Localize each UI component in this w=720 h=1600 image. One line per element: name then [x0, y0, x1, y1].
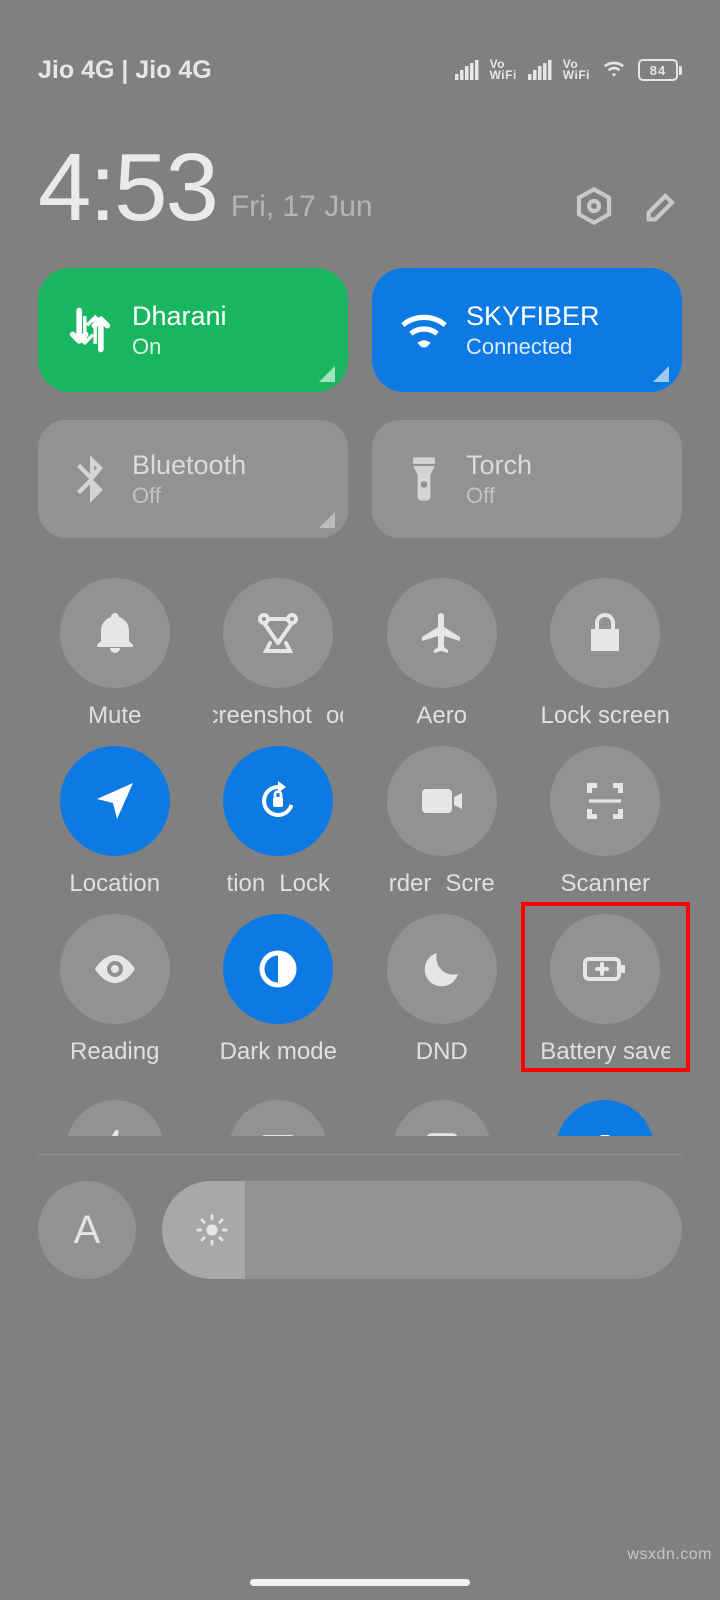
dnd-toggle[interactable]: DND — [365, 914, 519, 1066]
eye-icon — [91, 945, 139, 993]
bluetooth-title: Bluetooth — [132, 450, 246, 481]
wifi-icon — [601, 60, 627, 80]
screen-record-toggle[interactable]: rderScre — [365, 746, 519, 898]
edit-icon[interactable] — [642, 186, 682, 226]
status-icons: VoWiFi VoWiFi 84 — [455, 59, 682, 82]
battery-icon: 84 — [638, 59, 682, 81]
reading-mode-toggle[interactable]: Reading — [38, 914, 192, 1066]
airplane-toggle[interactable]: Aero — [365, 578, 519, 730]
clock-date: Fri, 17 Jun — [231, 190, 373, 224]
toggle-label: Aero — [416, 702, 467, 730]
dark-mode-icon — [254, 945, 302, 993]
toggle-label: Mute — [88, 702, 141, 730]
auto-brightness-button[interactable]: A — [38, 1181, 136, 1279]
mobile-data-tile[interactable]: Dharani On — [38, 268, 348, 392]
rotation-lock-icon — [254, 777, 302, 825]
wifi-status: Connected — [466, 334, 600, 360]
battery-percent: 84 — [638, 59, 678, 81]
clock-header: 4:53 Fri, 17 Jun — [0, 140, 720, 262]
toggle-label: Location — [69, 870, 160, 898]
toggle-label: tionLock — [227, 870, 330, 898]
rotation-lock-toggle[interactable]: tionLock — [202, 746, 356, 898]
toggle-label: rderScre — [389, 870, 495, 898]
screenshot-icon — [254, 609, 302, 657]
settings-icon[interactable] — [574, 186, 614, 226]
toggle-label: Battery saver — [540, 1038, 670, 1066]
expand-icon[interactable] — [319, 366, 335, 382]
wifi-icon — [398, 304, 450, 356]
torch-icon — [398, 453, 450, 505]
bluetooth-tile[interactable]: Bluetooth Off — [38, 420, 348, 538]
toggle-label: Lock screen — [541, 702, 670, 730]
expand-icon[interactable] — [319, 512, 335, 528]
wifi-tile[interactable]: SKYFIBER Connected — [372, 268, 682, 392]
toggle-label: Dark mode — [220, 1038, 337, 1066]
bolt-icon — [94, 1128, 136, 1136]
quick-toggles-grid: Mute Screenshotode Aero Lock screen Loca… — [0, 578, 720, 1066]
mobile-data-icon — [64, 304, 116, 356]
quick-toggles-row-4 — [0, 1100, 720, 1136]
toggle-label: Reading — [70, 1038, 159, 1066]
mini-toggle-2[interactable] — [202, 1100, 356, 1136]
signal-icon — [528, 60, 552, 80]
scanner-toggle[interactable]: Scanner — [529, 746, 683, 898]
bell-icon — [91, 609, 139, 657]
divider — [38, 1154, 682, 1155]
floating-window-icon — [421, 1128, 463, 1136]
screenshot-toggle[interactable]: Screenshotode — [202, 578, 356, 730]
status-bar: Jio 4G | Jio 4G VoWiFi VoWiFi 84 — [0, 0, 720, 140]
vowifi-icon: VoWiFi — [490, 59, 517, 82]
cast-icon — [257, 1128, 299, 1136]
mobile-data-title: Dharani — [132, 301, 227, 332]
carrier-label: Jio 4G | Jio 4G — [38, 56, 212, 85]
torch-tile[interactable]: Torch Off — [372, 420, 682, 538]
expand-icon[interactable] — [653, 366, 669, 382]
battery-saver-toggle[interactable]: Battery saver — [529, 914, 683, 1066]
brightness-slider[interactable] — [162, 1181, 682, 1279]
airplane-icon — [418, 609, 466, 657]
mini-toggle-1[interactable] — [38, 1100, 192, 1136]
brightness-row: A — [0, 1181, 720, 1279]
wifi-title: SKYFIBER — [466, 301, 600, 332]
watermark: wsxdn.com — [627, 1546, 712, 1564]
brightness-icon — [195, 1213, 229, 1247]
home-indicator[interactable] — [250, 1579, 470, 1586]
location-icon — [91, 777, 139, 825]
location-toggle[interactable]: Location — [38, 746, 192, 898]
battery-saver-icon — [581, 945, 629, 993]
signal-icon — [455, 60, 479, 80]
mini-toggle-3[interactable] — [365, 1100, 519, 1136]
toggle-label: Scanner — [561, 870, 650, 898]
vowifi-icon: VoWiFi — [563, 59, 590, 82]
dark-mode-toggle[interactable]: Dark mode — [202, 914, 356, 1066]
brightness-slider-thumb[interactable] — [162, 1181, 245, 1279]
mobile-data-status: On — [132, 334, 227, 360]
lock-icon — [581, 609, 629, 657]
torch-title: Torch — [466, 450, 532, 481]
clock-time: 4:53 — [38, 140, 217, 236]
lock-screen-toggle[interactable]: Lock screen — [529, 578, 683, 730]
vibrate-icon — [584, 1128, 626, 1136]
mute-toggle[interactable]: Mute — [38, 578, 192, 730]
toggle-label: DND — [416, 1038, 468, 1066]
toggle-label: Screenshotode — [213, 702, 343, 730]
scanner-icon — [581, 777, 629, 825]
moon-icon — [418, 945, 466, 993]
bluetooth-status: Off — [132, 483, 246, 509]
bluetooth-icon — [64, 453, 116, 505]
video-icon — [418, 777, 466, 825]
torch-status: Off — [466, 483, 532, 509]
mini-toggle-4[interactable] — [529, 1100, 683, 1136]
